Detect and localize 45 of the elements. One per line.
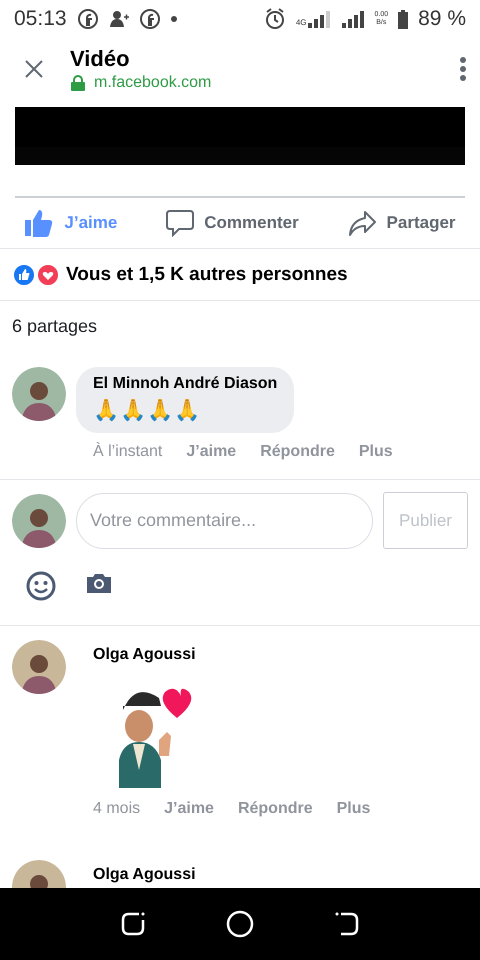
lock-icon (70, 75, 86, 91)
clock: 05:13 (14, 7, 67, 31)
comment-author[interactable]: Olga Agoussi (93, 646, 196, 663)
comment-action-link[interactable]: Répondre (238, 800, 313, 818)
reactions-summary[interactable]: Vous et 1,5 K autres personnes (66, 264, 348, 286)
person-add-icon (108, 9, 129, 29)
close-icon[interactable] (24, 59, 44, 79)
comment-time: À l’instant (93, 443, 162, 461)
emoji-icon[interactable] (26, 571, 56, 601)
comment-action-link[interactable]: J’aime (164, 800, 214, 818)
avatar (12, 367, 66, 421)
comment-action-link[interactable]: Répondre (260, 443, 335, 461)
reactions-icon (12, 262, 60, 286)
comment-author[interactable]: El Minnoh André Diason (93, 375, 278, 393)
share-button[interactable]: Partager (344, 205, 460, 241)
facebook-icon (76, 8, 99, 30)
like-button[interactable]: J’aime (20, 204, 122, 242)
network-label: 4G (296, 18, 306, 27)
back-icon[interactable] (332, 910, 361, 938)
comment-action-link[interactable]: J’aime (186, 443, 236, 461)
dot-icon (170, 16, 177, 22)
alarm-icon (264, 8, 286, 30)
signal-icon (306, 10, 330, 28)
speech-bubble-icon (166, 209, 194, 237)
comment-text: 🙏🙏🙏🙏 (93, 397, 202, 423)
arrow-icon (348, 209, 377, 237)
thumbs-up-icon (24, 208, 54, 238)
page-url: m.facebook.com (94, 74, 212, 92)
comment-button[interactable]: Commenter (162, 205, 303, 241)
page-title: Vidéo (70, 46, 131, 72)
facebook-icon (138, 8, 161, 30)
comment-author[interactable]: Olga Agoussi (93, 866, 196, 883)
camera-icon[interactable] (86, 571, 112, 595)
signal-icon (340, 10, 364, 28)
recent-apps-icon[interactable] (119, 910, 148, 938)
avatar (12, 494, 66, 548)
comment-time: 4 mois (93, 800, 140, 818)
battery-level: 89 % (418, 7, 466, 31)
home-icon[interactable] (226, 910, 254, 938)
battery-icon (398, 10, 408, 28)
avatar (12, 640, 66, 694)
shares-count[interactable]: 6 partages (0, 301, 480, 353)
menu-icon[interactable] (460, 57, 466, 81)
comment-action-link[interactable]: Plus (336, 800, 370, 818)
comment-action-link[interactable]: Plus (358, 443, 393, 461)
